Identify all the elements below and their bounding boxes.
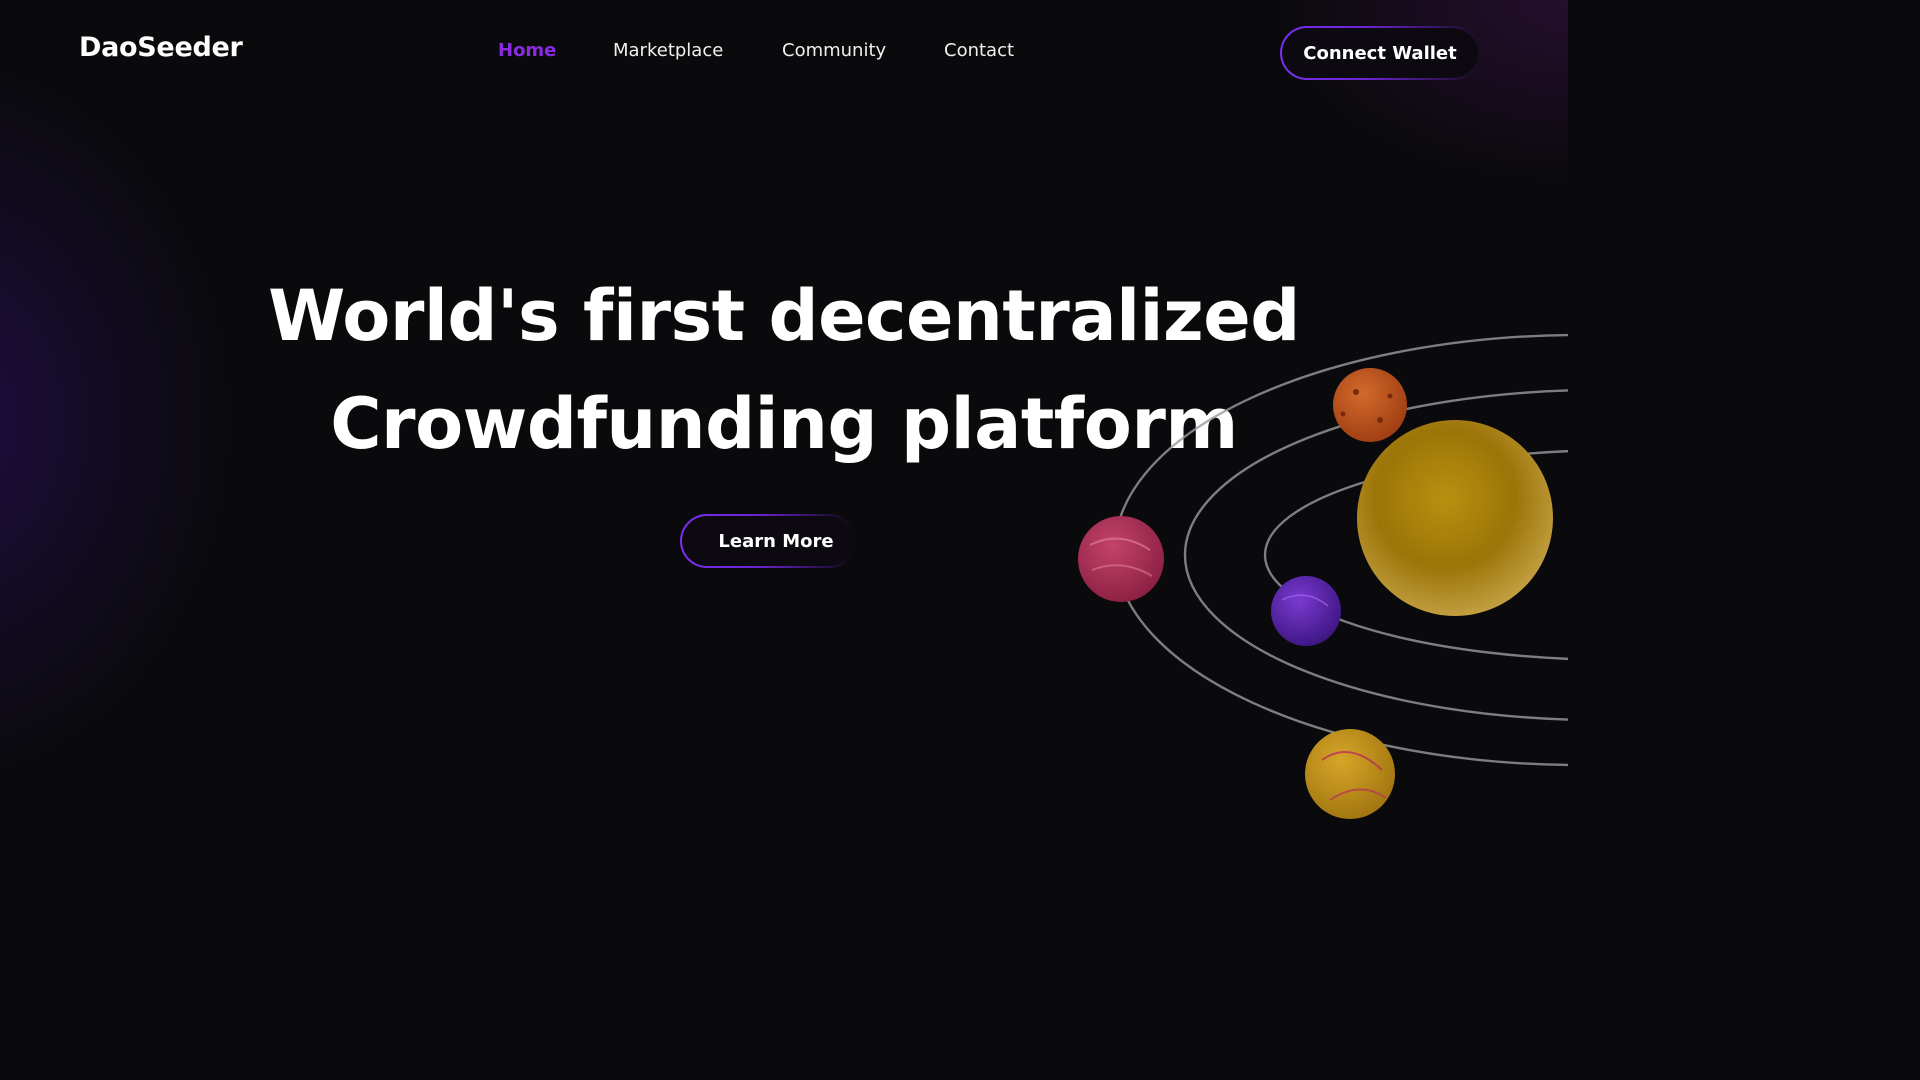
- orange-planet: [1333, 368, 1407, 442]
- golden-sun-planet: [1357, 420, 1553, 616]
- yellow-planet: [1305, 729, 1395, 819]
- connect-wallet-label: Connect Wallet: [1303, 42, 1457, 64]
- nav-marketplace-link[interactable]: Marketplace: [613, 40, 723, 61]
- connect-wallet-button[interactable]: Connect Wallet: [1280, 26, 1480, 80]
- solar-system-illustration: [1078, 333, 1568, 819]
- landing-page: DaoSeeder Home Marketplace Community Con…: [0, 0, 1568, 882]
- learn-more-button[interactable]: Learn More: [680, 514, 856, 568]
- pink-planet: [1078, 516, 1164, 602]
- nav-home-link[interactable]: Home: [498, 40, 556, 61]
- purple-planet: [1271, 576, 1341, 646]
- top-nav: DaoSeeder Home Marketplace Community Con…: [0, 0, 1568, 104]
- learn-more-label: Learn More: [718, 530, 834, 552]
- nav-community-link[interactable]: Community: [782, 40, 886, 61]
- nav-contact-link[interactable]: Contact: [944, 40, 1014, 61]
